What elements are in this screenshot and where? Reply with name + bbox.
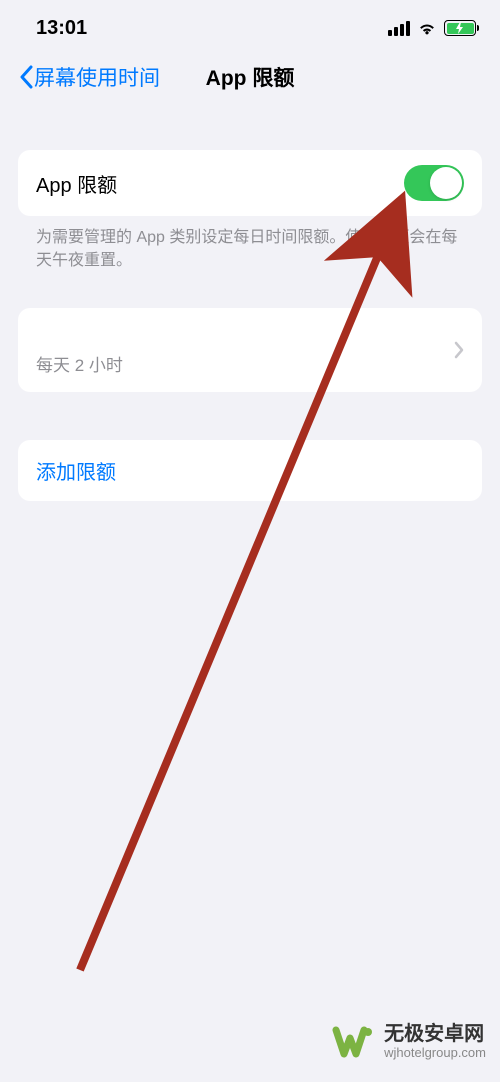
chevron-left-icon: [18, 65, 34, 89]
battery-icon: [444, 20, 476, 36]
cellular-signal-icon: [388, 21, 410, 36]
status-bar: 13:01: [0, 0, 500, 48]
add-limit-button[interactable]: 添加限额: [18, 440, 482, 501]
app-limit-toggle-cell[interactable]: App 限额: [18, 150, 482, 216]
add-limit-label: 添加限额: [36, 456, 464, 485]
limit-secondary-label: 每天 2 小时: [36, 351, 123, 376]
page-title: App 限额: [206, 62, 295, 92]
wifi-icon: [416, 20, 438, 36]
status-right-icons: [388, 20, 476, 36]
back-button[interactable]: 屏幕使用时间: [18, 62, 160, 92]
navigation-bar: 屏幕使用时间 App 限额: [0, 48, 500, 102]
watermark: 无极安卓网 wjhotelgroup.com: [332, 1020, 486, 1064]
watermark-logo-icon: [332, 1020, 376, 1064]
toggle-switch[interactable]: [404, 165, 464, 201]
section-footer: 为需要管理的 App 类别设定每日时间限额。使用限额会在每天午夜重置。: [18, 216, 482, 272]
limit-item-cell[interactable]: 每天 2 小时: [18, 308, 482, 392]
back-label: 屏幕使用时间: [34, 62, 160, 92]
watermark-title: 无极安卓网: [384, 1023, 486, 1046]
status-time: 13:01: [36, 17, 87, 40]
toggle-cell-title: App 限额: [36, 169, 117, 198]
watermark-url: wjhotelgroup.com: [384, 1046, 486, 1061]
chevron-right-icon: [454, 341, 464, 359]
